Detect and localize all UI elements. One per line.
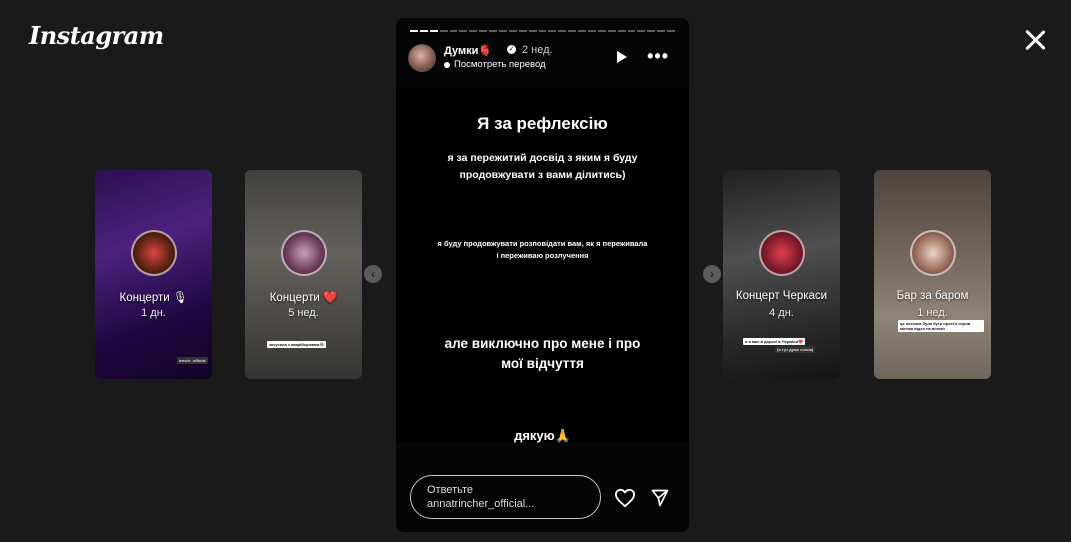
progress-segment <box>548 30 557 32</box>
progress-segment <box>479 30 488 32</box>
side-story-title: Концерт Черкаси <box>735 290 828 302</box>
avatar <box>759 230 805 276</box>
progress-segment <box>607 30 616 32</box>
progress-segment <box>538 30 547 32</box>
story-sticker: trnchr_official <box>177 357 208 364</box>
heart-icon[interactable] <box>614 488 636 508</box>
reply-placeholder-line1: Ответьте <box>427 484 474 496</box>
story-sticker: це песочка була бути просто чорна міннка… <box>898 320 984 332</box>
story-text-line: але виключно про мене і про мої відчуття <box>444 336 641 371</box>
story-time: 2 нед. <box>522 44 553 56</box>
avatar <box>131 230 177 276</box>
story-sticker: (я тут дуже сонна) <box>775 346 816 353</box>
progress-segment <box>410 30 418 32</box>
progress-segment <box>637 30 646 32</box>
avatar[interactable] <box>408 44 436 72</box>
progress-segment <box>568 30 577 32</box>
chevron-left-icon[interactable]: ‹ <box>364 265 382 283</box>
progress-segment <box>667 30 676 32</box>
progress-segment <box>647 30 656 32</box>
side-story-age: 5 нед. <box>288 307 319 319</box>
story-text-line: я буду продовжувати розповідати вам, як … <box>437 239 648 260</box>
side-story-title: Концерти ❤️ <box>269 292 338 304</box>
story-header: Думки🫀 ✓ 2 нед. Посмотреть перевод ••• <box>408 44 677 76</box>
progress-segment <box>588 30 596 32</box>
progress-segment <box>617 30 626 32</box>
verified-icon: ✓ <box>507 45 516 54</box>
avatar <box>281 230 327 276</box>
progress-segment <box>419 30 428 32</box>
story-text-line: дякую🙏 <box>514 428 571 443</box>
close-icon[interactable] <box>1022 27 1048 53</box>
progress-segment <box>508 30 517 32</box>
progress-segment <box>578 30 587 32</box>
reply-input[interactable]: Ответьте annatrincher_official... <box>410 475 601 519</box>
username-text: Думки <box>444 45 479 57</box>
progress-segment <box>597 30 606 32</box>
send-icon[interactable] <box>650 488 670 508</box>
story-username[interactable]: Думки🫀 <box>444 44 492 57</box>
side-story-age: 1 нед. <box>917 307 948 319</box>
translate-link[interactable]: Посмотреть перевод <box>454 59 546 70</box>
play-icon[interactable] <box>617 51 627 63</box>
username-emoji: 🫀 <box>478 45 493 57</box>
more-icon[interactable]: ••• <box>647 46 669 67</box>
reply-placeholder-line2: annatrincher_official... <box>427 498 535 510</box>
side-story-cherkasy[interactable]: Концерт Черкаси 4 дн. я в вже в дорозі в… <box>723 170 840 379</box>
side-story-bar[interactable]: Бар за баром 1 нед. це песочка була бути… <box>874 170 991 379</box>
active-story[interactable]: Думки🫀 ✓ 2 нед. Посмотреть перевод ••• Я… <box>396 18 689 532</box>
side-story-age: 1 дн. <box>141 307 166 319</box>
side-story-age: 4 дн. <box>769 307 794 319</box>
side-story-concerts[interactable]: Концерти 🎙 1 дн. trnchr_official <box>95 170 212 379</box>
progress-segment <box>499 30 507 32</box>
chevron-right-icon[interactable]: › <box>703 265 721 283</box>
avatar <box>910 230 956 276</box>
progress-segment <box>439 30 448 32</box>
progress-segment <box>459 30 468 32</box>
progress-segment <box>429 30 438 32</box>
side-story-concerts-2[interactable]: Концерти ❤️ 5 нед. затусила з аварійщика… <box>245 170 362 379</box>
progress-segment <box>449 30 458 32</box>
story-sticker: затусила з аварійщиками😂 <box>267 341 327 348</box>
progress-segment <box>657 30 666 32</box>
progress-segment <box>518 30 527 32</box>
progress-segment <box>489 30 498 32</box>
story-progress-bar <box>410 30 676 32</box>
story-sticker: я в вже в дорозі в Черкаси❤️ <box>743 338 806 345</box>
instagram-logo[interactable]: Instagram <box>29 21 164 50</box>
progress-segment <box>469 30 478 32</box>
progress-segment <box>558 30 567 32</box>
progress-segment <box>528 30 537 32</box>
progress-segment <box>627 30 636 32</box>
translate-icon <box>444 62 450 68</box>
side-story-title: Бар за баром <box>896 290 969 302</box>
story-content: Я за рефлексію я за пережитий досвід з я… <box>396 88 689 443</box>
story-heading: Я за рефлексію <box>477 114 608 133</box>
side-story-title: Концерти 🎙 <box>119 292 188 304</box>
story-text-line: я за пережитий досвід з яким я буду прод… <box>447 152 638 181</box>
